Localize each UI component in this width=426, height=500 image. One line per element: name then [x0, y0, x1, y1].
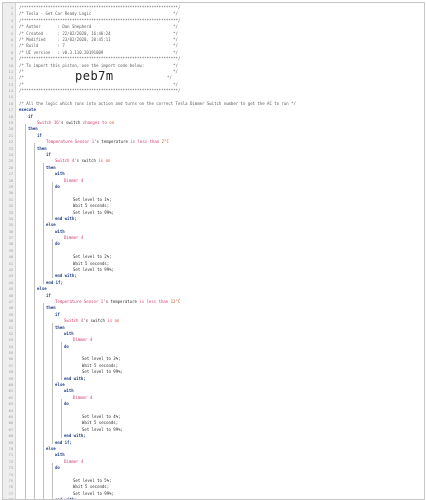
statement: Set level to 99%; — [73, 209, 114, 215]
value: on — [109, 120, 115, 126]
statement: 's switch — [83, 318, 108, 324]
block-guide-line — [43, 303, 44, 499]
statement: Set level to 2%; — [73, 254, 112, 260]
statement: Wait 5 seconds; — [73, 203, 110, 209]
keyword: with — [55, 171, 65, 177]
block-guide-line — [25, 124, 26, 499]
comment: /* To import this piston, use the import… — [19, 62, 178, 68]
device-name[interactable]: Dimmer 4 — [73, 395, 92, 400]
keyword: else — [55, 382, 65, 388]
piston-code-viewer: 1/**************************************… — [2, 2, 425, 500]
keyword: do — [64, 343, 69, 349]
statement: 's temperature — [103, 298, 140, 304]
keyword: with — [64, 330, 74, 336]
statement: Set level to 99%; — [73, 267, 114, 273]
statement: 's switch — [74, 158, 99, 164]
statement: Set level to 99%; — [82, 426, 123, 432]
comment: /***************************************… — [19, 88, 181, 94]
keyword: if — [46, 292, 51, 298]
value: 2°C — [161, 139, 169, 145]
keyword: then — [28, 126, 38, 132]
value: 12°C — [170, 298, 181, 304]
comment: /* Tesla - Get Car Ready Logic */ — [19, 11, 178, 17]
block-guide-line — [52, 239, 53, 278]
keyword: with — [55, 452, 65, 458]
operator: changes to — [82, 120, 107, 126]
block-guide-line — [61, 341, 62, 381]
block-guide-line — [34, 143, 35, 499]
keyword: end with; — [55, 273, 77, 279]
keyword: if — [46, 151, 51, 157]
statement: 's switch — [58, 120, 83, 126]
statement: Set level to 5%; — [73, 477, 112, 483]
device-name[interactable]: Temperature Sensor 1 — [46, 139, 94, 144]
value: on — [114, 318, 120, 324]
statement: Set level to 4%; — [82, 414, 121, 419]
keyword: end if; — [46, 279, 63, 285]
keyword: then — [46, 305, 56, 311]
comment: /* — [19, 75, 24, 81]
device-name[interactable]: Dimmer 4 — [64, 459, 83, 464]
operator: is less than — [130, 139, 160, 145]
keyword: with — [55, 228, 65, 234]
device-name[interactable]: Dimmer 4 — [64, 178, 83, 183]
keyword: if — [28, 113, 33, 119]
operator: is less than — [139, 298, 169, 304]
device-name[interactable]: Switch 4 — [55, 158, 74, 163]
keyword: end with; — [55, 215, 77, 221]
device-name[interactable]: Switch 4 — [64, 318, 83, 323]
keyword: then — [37, 145, 47, 151]
block-guide-line — [52, 181, 53, 221]
statement: Wait 5 seconds; — [82, 362, 119, 368]
keyword: else — [46, 445, 56, 451]
keyword: do — [55, 183, 60, 189]
keyword: end if; — [55, 439, 72, 445]
comment: /***************************************… — [19, 17, 181, 23]
keyword: then — [46, 164, 56, 170]
piston-code: 1/**************************************… — [3, 5, 424, 499]
keyword: if — [55, 311, 60, 317]
keyword: if — [37, 132, 42, 138]
comment: /* UI version : v0.3.110.20191009 */ — [19, 49, 178, 55]
keyword: end with; — [64, 433, 86, 439]
block-guide-line — [52, 322, 53, 445]
comment: /* Build : 7 */ — [19, 43, 178, 49]
keyword: do — [55, 465, 60, 471]
keyword: do — [55, 241, 60, 247]
keyword: execute — [19, 107, 36, 113]
keyword: end with; — [64, 375, 86, 381]
comment: /***************************************… — [19, 56, 181, 62]
comment: /* Author : Dan Shepherd */ — [19, 24, 178, 30]
device-name[interactable]: Switch 16 — [37, 120, 59, 125]
statement: Wait 5 seconds; — [73, 260, 110, 266]
keyword: then — [55, 324, 65, 330]
comment: /* Modified : 23/02/2020, 20:45:11 */ — [19, 36, 178, 42]
device-name[interactable]: Temperature Sensor 1 — [55, 299, 103, 304]
keyword: do — [64, 401, 69, 407]
statement: 's temperature — [94, 139, 131, 145]
import-code: peb7m — [75, 69, 114, 84]
block-guide-line — [61, 399, 62, 438]
statement: Set level to 1%; — [73, 196, 112, 202]
keyword: else — [37, 286, 47, 292]
comment: /* All the logic which runs into action … — [19, 100, 296, 106]
statement: Set level to 3%; — [82, 356, 121, 362]
keyword: with — [64, 388, 74, 394]
comment: /***************************************… — [19, 5, 181, 10]
value: on — [105, 158, 111, 164]
keyword: else — [46, 222, 56, 228]
device-name[interactable]: Dimmer 4 — [64, 235, 83, 240]
block-guide-line — [43, 162, 44, 285]
statement: Set level to 99%; — [73, 490, 114, 496]
block-guide-line — [52, 463, 53, 499]
statement: Wait 5 seconds; — [73, 484, 110, 490]
statement: Wait 5 seconds; — [82, 420, 119, 426]
comment: /* */ — [19, 81, 178, 87]
comment: /* Created : 22/02/2020, 16:46:24 */ — [19, 30, 178, 36]
device-name[interactable]: Dimmer 4 — [73, 337, 92, 342]
statement: Set level to 99%; — [82, 369, 123, 375]
